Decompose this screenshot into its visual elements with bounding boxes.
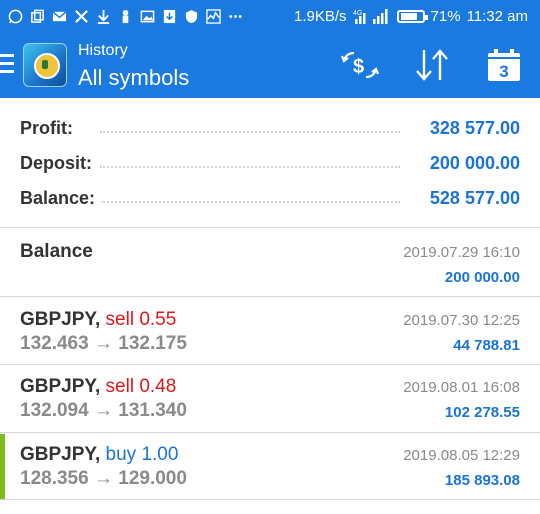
trade-prices: 132.094 → 131.340 [20, 400, 187, 422]
trade-prices: 132.463 → 132.175 [20, 333, 187, 355]
svg-text:4G: 4G [353, 10, 362, 17]
download-box-icon [163, 9, 176, 23]
balance-row: Balance: 528 577.00 [20, 188, 520, 214]
svg-text:$: $ [353, 56, 364, 78]
balance-value: 528 577.00 [423, 188, 520, 209]
arrow-icon: → [93, 468, 113, 489]
status-right: 1.9KB/s 4G 71% 11:32 am [294, 5, 528, 27]
open-price: 128.356 [20, 468, 89, 489]
battery-percent: 71% [430, 7, 461, 25]
chart-icon [206, 8, 221, 24]
arrow-icon: → [93, 333, 113, 354]
open-price: 132.094 [20, 400, 89, 421]
deposit-label: Deposit: [20, 153, 98, 174]
calendar-icon[interactable]: 3 [486, 48, 522, 82]
balance-label: Balance: [20, 188, 102, 209]
list-item[interactable]: GBPJPY, sell 0.48 132.094 → 131.340 2019… [0, 366, 540, 433]
trade-profit: 185 893.08 [444, 472, 520, 489]
trade-side: buy 1.00 [105, 444, 179, 465]
list-item[interactable]: GBPJPY, sell 0.55 132.463 → 132.175 2019… [0, 298, 540, 365]
deposit-value: 200 000.00 [423, 153, 520, 174]
x-icon [75, 9, 88, 23]
profit-row: Profit: 328 577.00 [20, 118, 520, 144]
entry-datetime: 2019.07.29 16:10 [403, 244, 520, 261]
trade-symbol: GBPJPY, [20, 309, 101, 330]
dotted-leader [100, 166, 400, 168]
open-price: 132.463 [20, 333, 89, 354]
clock: 11:32 am [466, 7, 528, 25]
trade-side: sell 0.55 [105, 309, 177, 330]
battery-icon [396, 9, 428, 23]
menu-icon[interactable] [0, 54, 14, 74]
app-title: History [78, 42, 128, 59]
whatsapp-icon [8, 9, 23, 23]
trade-symbol-line: GBPJPY, sell 0.55 [20, 309, 176, 331]
entry-datetime: 2019.08.01 16:08 [403, 379, 520, 396]
entry-datetime: 2019.07.30 12:25 [403, 312, 520, 329]
image-icon [140, 10, 155, 22]
arrow-icon: → [93, 400, 113, 421]
signal-icon: 4G [353, 9, 388, 24]
deposit-row: Deposit: 200 000.00 [20, 153, 520, 179]
trade-symbol: GBPJPY, [20, 444, 101, 465]
trade-symbol-line: GBPJPY, sell 0.48 [20, 376, 176, 398]
profit-label: Profit: [20, 118, 79, 139]
copy-icon [31, 9, 44, 23]
shield-icon [185, 9, 198, 23]
close-price: 132.175 [118, 333, 187, 354]
close-price: 131.340 [118, 400, 187, 421]
trade-symbol-line: GBPJPY, buy 1.00 [20, 444, 178, 466]
download-icon [97, 9, 110, 24]
summary-panel: Profit: 328 577.00 Deposit: 200 000.00 B… [0, 98, 540, 228]
entry-datetime: 2019.08.05 12:29 [403, 447, 520, 464]
app-bar: History All symbols $ 3 [0, 32, 540, 98]
app-logo [23, 43, 67, 87]
notification-icons [8, 6, 243, 26]
trade-profit: 102 278.55 [444, 404, 520, 421]
status-bar: 1.9KB/s 4G 71% 11:32 am [0, 0, 540, 32]
trade-profit: 44 788.81 [453, 337, 520, 354]
buy-marker [0, 434, 5, 499]
dotted-leader [100, 131, 400, 133]
symbol-filter[interactable]: All symbols [78, 65, 189, 91]
close-price: 129.000 [118, 468, 187, 489]
list-item[interactable]: Balance 2019.07.29 16:10 200 000.00 [0, 229, 540, 297]
network-speed: 1.9KB/s [294, 7, 347, 25]
more-icon [229, 14, 242, 18]
trade-prices: 128.356 → 129.000 [20, 468, 187, 490]
trade-symbol: GBPJPY, [20, 376, 101, 397]
calendar-day: 3 [499, 62, 508, 81]
currency-exchange-icon[interactable]: $ [340, 48, 380, 82]
entry-title: Balance [20, 241, 93, 262]
trade-side: sell 0.48 [105, 376, 177, 397]
mail-icon [52, 10, 67, 21]
list-item[interactable]: GBPJPY, buy 1.00 128.356 → 129.000 2019.… [0, 434, 540, 500]
dotted-leader [100, 201, 400, 203]
entry-amount: 200 000.00 [444, 269, 520, 286]
sort-icon[interactable] [414, 48, 450, 82]
profit-value: 328 577.00 [423, 118, 520, 139]
tag-icon [122, 9, 129, 23]
